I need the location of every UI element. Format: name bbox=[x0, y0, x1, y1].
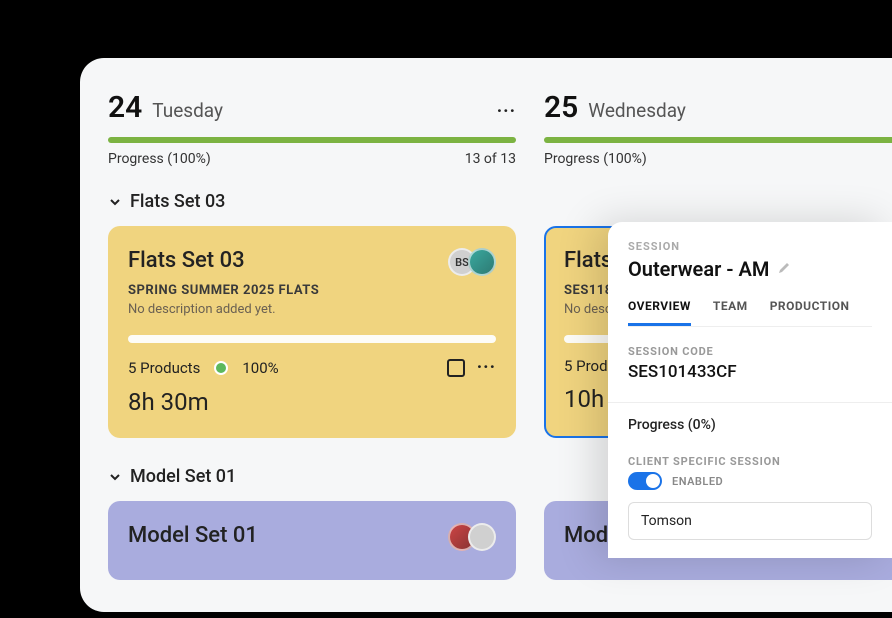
card-title: Model Set 01 bbox=[128, 523, 258, 548]
section-title: Flats Set 03 bbox=[130, 191, 225, 212]
tab-overview[interactable]: OVERVIEW bbox=[628, 299, 691, 326]
pencil-icon[interactable] bbox=[777, 260, 791, 279]
product-count: 5 Products bbox=[128, 359, 200, 377]
chevron-down-icon bbox=[108, 470, 122, 484]
checkbox[interactable] bbox=[447, 359, 465, 377]
progress-label: Progress (100%) bbox=[544, 151, 647, 167]
panel-tabs: OVERVIEW TEAM PRODUCTION bbox=[628, 299, 872, 327]
session-card-flats-1[interactable]: Flats Set 03 SPRING SUMMER 2025 FLATS No… bbox=[108, 226, 516, 438]
avatar-stack[interactable]: BS bbox=[448, 248, 496, 276]
card-description: No description added yet. bbox=[128, 302, 319, 317]
section-toggle-flats[interactable]: Flats Set 03 bbox=[108, 191, 892, 212]
percent-complete: 100% bbox=[242, 359, 278, 377]
card-duration: 8h 30m bbox=[128, 388, 496, 416]
avatar bbox=[468, 523, 496, 551]
session-code-label: SESSION CODE bbox=[628, 345, 872, 358]
status-dot-icon bbox=[214, 361, 228, 375]
session-card-model-1[interactable]: Model Set 01 bbox=[108, 501, 516, 580]
more-icon[interactable]: ··· bbox=[477, 357, 496, 378]
more-icon[interactable]: ··· bbox=[497, 101, 516, 122]
card-title: Flats Set 03 bbox=[128, 248, 319, 273]
avatar bbox=[468, 248, 496, 276]
avatar-stack[interactable] bbox=[448, 523, 496, 551]
day-number: 24 bbox=[108, 90, 142, 125]
tab-production[interactable]: PRODUCTION bbox=[770, 299, 850, 326]
progress-count: 13 of 13 bbox=[465, 151, 516, 167]
card-subtitle: SPRING SUMMER 2025 FLATS bbox=[128, 283, 319, 298]
day-title: 25 Wednesday bbox=[544, 90, 686, 125]
panel-title: Outerwear - AM bbox=[628, 257, 769, 281]
client-session-label: CLIENT SPECIFIC SESSION bbox=[628, 455, 872, 468]
card-progress-bar bbox=[128, 335, 496, 343]
session-detail-panel: SESSION Outerwear - AM OVERVIEW TEAM PRO… bbox=[608, 222, 892, 558]
tab-team[interactable]: TEAM bbox=[713, 299, 748, 326]
day-progress-bar bbox=[544, 137, 892, 143]
panel-eyebrow: SESSION bbox=[628, 240, 872, 253]
client-session-toggle[interactable] bbox=[628, 472, 662, 490]
session-code-value: SES101433CF bbox=[628, 362, 872, 382]
toggle-label: ENABLED bbox=[672, 475, 723, 488]
day-title: 24 Tuesday bbox=[108, 90, 223, 125]
day-number: 25 bbox=[544, 90, 578, 125]
day-name: Tuesday bbox=[152, 99, 223, 122]
chevron-down-icon bbox=[108, 195, 122, 209]
progress-label: Progress (100%) bbox=[108, 151, 211, 167]
day-progress-bar bbox=[108, 137, 516, 143]
day-column-tuesday: 24 Tuesday ··· Progress (100%) 13 of 13 bbox=[108, 90, 516, 191]
section-title: Model Set 01 bbox=[130, 466, 236, 487]
panel-progress: Progress (0%) bbox=[628, 417, 872, 433]
day-column-wednesday: 25 Wednesday ··· Progress (100%) 13 of 1… bbox=[544, 90, 892, 191]
client-name-input[interactable] bbox=[628, 502, 872, 540]
day-name: Wednesday bbox=[588, 99, 686, 122]
divider bbox=[608, 402, 892, 403]
